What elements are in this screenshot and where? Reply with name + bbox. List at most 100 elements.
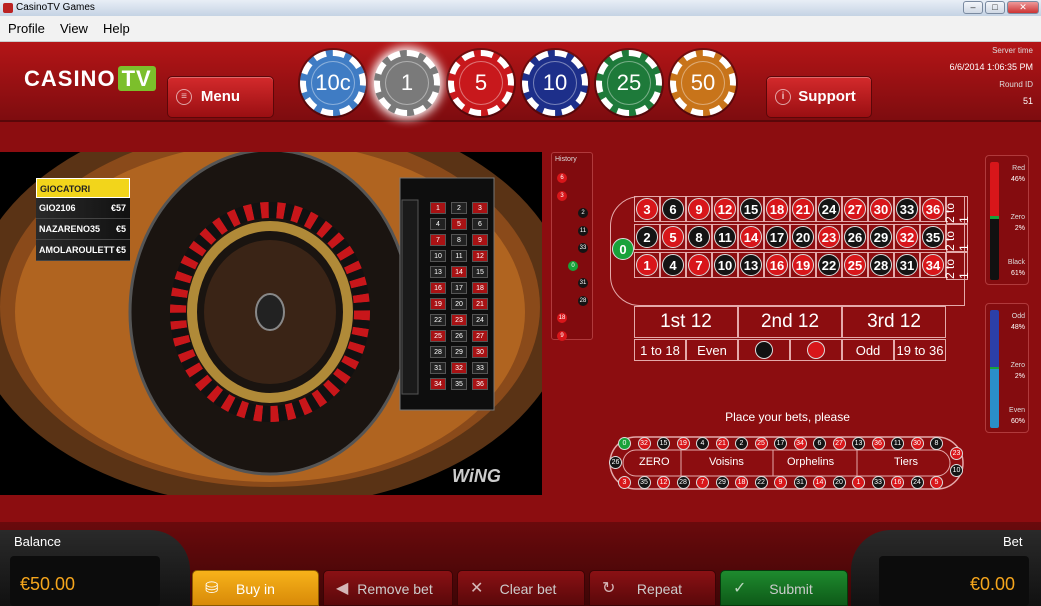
racetrack-number-15[interactable]: 15 <box>657 437 670 450</box>
number-36[interactable]: 36 <box>922 198 944 220</box>
outside-bet-5[interactable]: 19 to 36 <box>894 339 946 361</box>
number-4[interactable]: 4 <box>662 254 684 276</box>
racetrack-number-12[interactable]: 12 <box>657 476 670 489</box>
number-34[interactable]: 34 <box>922 254 944 276</box>
racetrack-number-5[interactable]: 5 <box>930 476 943 489</box>
racetrack-number-27[interactable]: 27 <box>832 437 846 450</box>
racetrack-number-21[interactable]: 21 <box>715 437 729 450</box>
racetrack-number-13[interactable]: 13 <box>852 437 865 450</box>
racetrack-number-11[interactable]: 11 <box>891 437 904 450</box>
black-bet[interactable] <box>738 339 790 361</box>
number-32[interactable]: 32 <box>896 226 918 248</box>
chip-5[interactable]: 50 <box>670 50 736 116</box>
racetrack-number-29[interactable]: 29 <box>715 476 729 489</box>
number-20[interactable]: 20 <box>792 226 814 248</box>
number-1[interactable]: 1 <box>636 254 658 276</box>
outside-bet-0[interactable]: 1 to 18 <box>634 339 686 361</box>
dozen-bet-3[interactable]: 3rd 12 <box>842 306 946 338</box>
number-25[interactable]: 25 <box>844 254 866 276</box>
racetrack-number-28[interactable]: 28 <box>676 476 690 489</box>
number-24[interactable]: 24 <box>818 198 840 220</box>
sector-voisins[interactable]: Voisins <box>709 456 744 468</box>
chip-2[interactable]: 5 <box>448 50 514 116</box>
number-16[interactable]: 16 <box>766 254 788 276</box>
chip-3[interactable]: 10 <box>522 50 588 116</box>
racetrack-number-31[interactable]: 31 <box>793 476 807 489</box>
racetrack-number-18[interactable]: 18 <box>735 476 748 489</box>
number-17[interactable]: 17 <box>766 226 788 248</box>
number-15[interactable]: 15 <box>740 198 762 220</box>
red-bet[interactable] <box>790 339 842 361</box>
racetrack-number-6[interactable]: 6 <box>813 437 826 450</box>
racetrack-number-16[interactable]: 16 <box>891 476 904 489</box>
menu-help[interactable]: Help <box>103 16 130 42</box>
number-2[interactable]: 2 <box>636 226 658 248</box>
number-26[interactable]: 26 <box>844 226 866 248</box>
chip-4[interactable]: 25 <box>596 50 662 116</box>
number-10[interactable]: 10 <box>714 254 736 276</box>
number-12[interactable]: 12 <box>714 198 736 220</box>
outside-bet-4[interactable]: Odd <box>842 339 894 361</box>
menu-button[interactable]: ≡ Menu <box>167 76 274 118</box>
racetrack-number-8[interactable]: 8 <box>930 437 943 450</box>
menu-view[interactable]: View <box>60 16 88 42</box>
number-30[interactable]: 30 <box>870 198 892 220</box>
racetrack-number-26[interactable]: 26 <box>609 456 622 469</box>
number-29[interactable]: 29 <box>870 226 892 248</box>
sector-tiers[interactable]: Tiers <box>894 456 918 468</box>
racetrack-number-24[interactable]: 24 <box>910 476 924 489</box>
racetrack-number-17[interactable]: 17 <box>774 437 787 450</box>
close-button[interactable]: ✕ <box>1007 1 1039 14</box>
number-14[interactable]: 14 <box>740 226 762 248</box>
number-23[interactable]: 23 <box>818 226 840 248</box>
remove-bet-button[interactable]: ◀ Remove bet <box>323 570 453 606</box>
number-3[interactable]: 3 <box>636 198 658 220</box>
number-0[interactable]: 0 <box>612 238 634 260</box>
chip-0[interactable]: 10c <box>300 50 366 116</box>
buy-in-button[interactable]: ⛁ Buy in <box>192 570 319 606</box>
dozen-bet-1[interactable]: 1st 12 <box>634 306 738 338</box>
support-button[interactable]: i Support <box>766 76 872 118</box>
number-8[interactable]: 8 <box>688 226 710 248</box>
racetrack-number-22[interactable]: 22 <box>754 476 768 489</box>
racetrack-number-20[interactable]: 20 <box>832 476 846 489</box>
racetrack-number-23[interactable]: 23 <box>950 447 963 460</box>
minimize-button[interactable]: – <box>963 1 983 14</box>
menu-profile[interactable]: Profile <box>8 16 45 42</box>
number-7[interactable]: 7 <box>688 254 710 276</box>
sector-zero[interactable]: ZERO <box>639 456 670 468</box>
number-35[interactable]: 35 <box>922 226 944 248</box>
racetrack-number-36[interactable]: 36 <box>871 437 885 450</box>
racetrack-number-10[interactable]: 10 <box>950 464 963 477</box>
racetrack-number-32[interactable]: 32 <box>637 437 651 450</box>
racetrack-number-19[interactable]: 19 <box>676 437 690 450</box>
racetrack-number-33[interactable]: 33 <box>871 476 885 489</box>
racetrack-number-14[interactable]: 14 <box>813 476 826 489</box>
maximize-button[interactable]: □ <box>985 1 1005 14</box>
racetrack-number-2[interactable]: 2 <box>735 437 748 450</box>
number-21[interactable]: 21 <box>792 198 814 220</box>
number-18[interactable]: 18 <box>766 198 788 220</box>
racetrack-number-9[interactable]: 9 <box>774 476 787 489</box>
number-19[interactable]: 19 <box>792 254 814 276</box>
column-bet-1[interactable]: 2 to 1 <box>943 196 971 224</box>
number-33[interactable]: 33 <box>896 198 918 220</box>
sector-orphelins[interactable]: Orphelins <box>787 456 834 468</box>
racetrack-number-1[interactable]: 1 <box>852 476 865 489</box>
racetrack-number-0[interactable]: 0 <box>618 437 631 450</box>
racetrack-number-25[interactable]: 25 <box>754 437 768 450</box>
dozen-bet-2[interactable]: 2nd 12 <box>738 306 842 338</box>
racetrack-number-35[interactable]: 35 <box>637 476 651 489</box>
racetrack-number-4[interactable]: 4 <box>696 437 709 450</box>
number-31[interactable]: 31 <box>896 254 918 276</box>
number-5[interactable]: 5 <box>662 226 684 248</box>
column-bet-3[interactable]: 2 to 1 <box>943 252 971 280</box>
racetrack-number-30[interactable]: 30 <box>910 437 924 450</box>
number-27[interactable]: 27 <box>844 198 866 220</box>
number-22[interactable]: 22 <box>818 254 840 276</box>
outside-bet-1[interactable]: Even <box>686 339 738 361</box>
number-6[interactable]: 6 <box>662 198 684 220</box>
column-bet-2[interactable]: 2 to 1 <box>943 224 971 252</box>
number-13[interactable]: 13 <box>740 254 762 276</box>
racetrack-number-3[interactable]: 3 <box>618 476 631 489</box>
